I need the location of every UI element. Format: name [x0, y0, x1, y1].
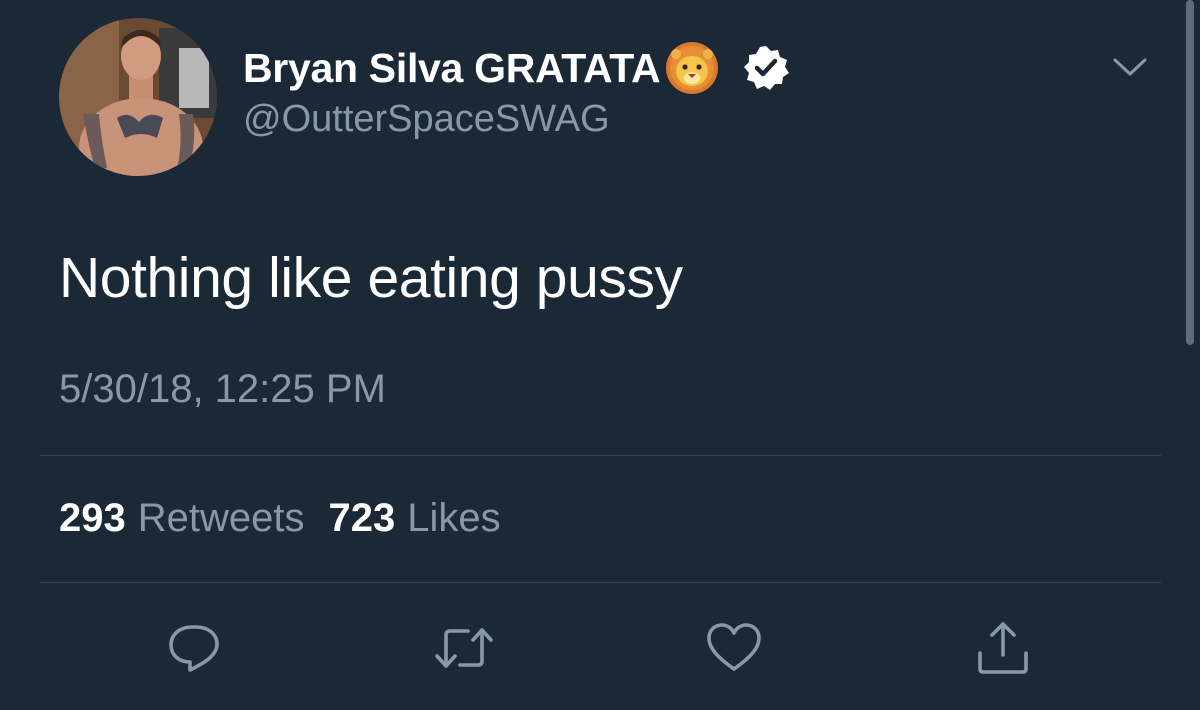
divider: [40, 455, 1161, 456]
share-icon: [978, 622, 1028, 674]
retweets-stat[interactable]: 293 Retweets: [59, 496, 305, 541]
likes-count: 723: [328, 496, 396, 540]
avatar-image: [59, 18, 217, 176]
scrollbar[interactable]: [1186, 0, 1194, 345]
retweet-icon: [435, 628, 493, 668]
author-handle[interactable]: @OutterSpaceSWAG: [243, 98, 610, 141]
author-display-name[interactable]: Bryan Silva GRATATA: [243, 45, 661, 92]
tweet-stats: 293 Retweets 723 Likes: [59, 496, 501, 541]
retweets-label: Retweets: [137, 496, 305, 540]
reply-button[interactable]: [164, 620, 224, 676]
like-button[interactable]: [704, 620, 764, 676]
likes-label: Likes: [407, 496, 501, 540]
chevron-down-icon[interactable]: [1112, 54, 1148, 80]
tweet-text: Nothing like eating pussy: [59, 246, 683, 310]
share-button[interactable]: [973, 620, 1033, 676]
verified-badge-icon: [744, 46, 790, 90]
divider: [40, 582, 1161, 583]
tweet-timestamp: 5/30/18, 12:25 PM: [59, 367, 386, 411]
reply-icon: [169, 625, 219, 672]
avatar[interactable]: [59, 18, 217, 176]
likes-stat[interactable]: 723 Likes: [329, 496, 501, 541]
retweets-count: 293: [59, 496, 126, 540]
author-name-row[interactable]: Bryan Silva GRATATA: [243, 40, 790, 96]
tweet-detail: Bryan Silva GRATATA @OutterSpaceSWAG Not…: [0, 0, 1200, 710]
retweet-button[interactable]: [434, 620, 494, 676]
lion-face-icon: [666, 42, 719, 94]
like-icon: [707, 623, 761, 671]
